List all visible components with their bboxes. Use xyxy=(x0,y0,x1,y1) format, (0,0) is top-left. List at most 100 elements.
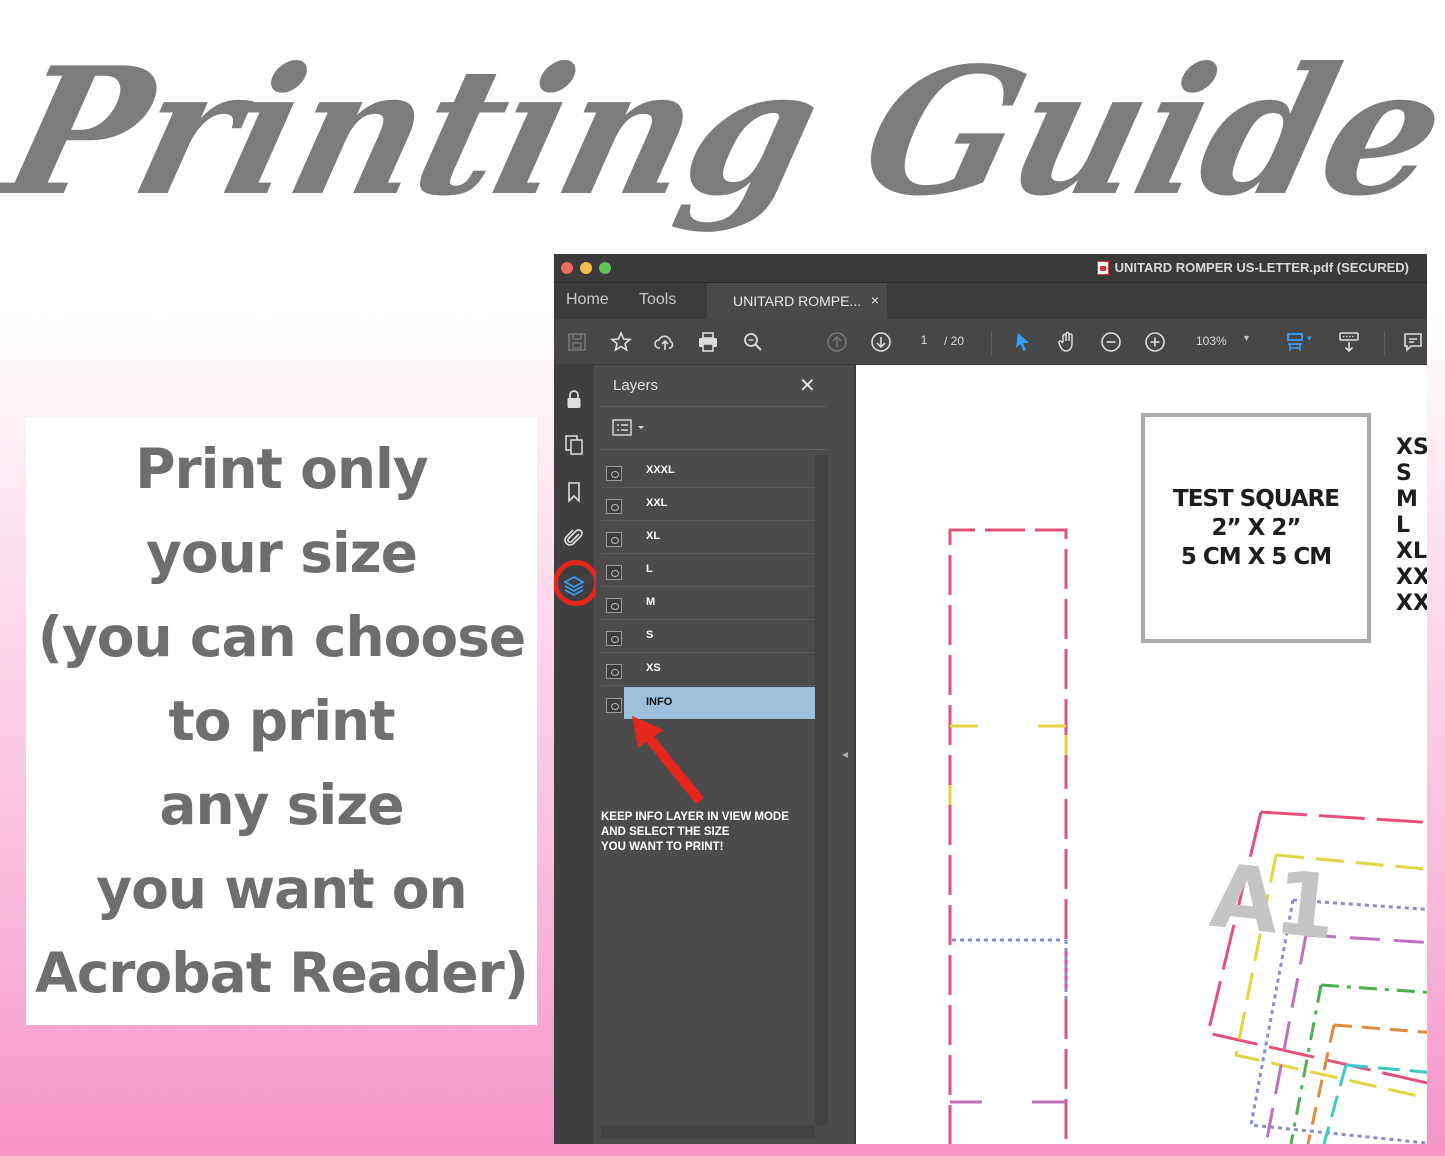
layer-name: XXL xyxy=(646,497,668,509)
attachments-button[interactable] xyxy=(562,526,586,550)
zoom-out-button[interactable] xyxy=(1098,329,1124,355)
page-fit-icon xyxy=(1287,333,1303,351)
search-button[interactable] xyxy=(740,329,766,355)
layer-name: XL xyxy=(646,530,661,542)
layer-item-xl[interactable]: XL xyxy=(601,521,815,554)
cursor-arrow-icon xyxy=(1016,333,1029,351)
tab-tools[interactable]: Tools xyxy=(639,291,676,309)
instruction-note: KEEP INFO LAYER IN VIEW MODE AND SELECT … xyxy=(601,810,841,855)
tab-document-label: UNITARD ROMPE... xyxy=(733,293,862,309)
panel-horizontal-scrollbar[interactable] xyxy=(601,1125,815,1139)
instruction-line: Acrobat Reader) xyxy=(35,941,529,1005)
eye-icon[interactable] xyxy=(606,631,622,646)
red-arrow-icon xyxy=(632,716,704,804)
security-button[interactable] xyxy=(562,387,586,411)
next-page-button[interactable] xyxy=(868,329,894,355)
zoom-dropdown-icon[interactable]: ▾ xyxy=(1244,333,1249,344)
size-label: XS xyxy=(1396,435,1427,460)
panel-divider xyxy=(601,449,826,450)
arrow-up-circle-icon xyxy=(827,332,847,352)
tab-document[interactable]: UNITARD ROMPE... × xyxy=(707,283,887,319)
eye-icon[interactable] xyxy=(606,664,622,679)
print-button[interactable] xyxy=(695,329,721,355)
minimize-window-button[interactable] xyxy=(580,262,592,274)
printer-icon xyxy=(699,332,717,352)
pdf-file-icon xyxy=(1096,260,1109,275)
save-button[interactable] xyxy=(564,329,590,355)
layer-item-xs[interactable]: XS xyxy=(601,653,815,686)
layer-name: INFO xyxy=(646,696,673,708)
close-tab-button[interactable]: × xyxy=(871,292,879,308)
instruction-note-line: AND SELECT THE SIZE xyxy=(601,826,730,838)
previous-page-button[interactable] xyxy=(824,329,850,355)
zoom-in-button[interactable] xyxy=(1142,329,1168,355)
zoom-in-icon xyxy=(1145,332,1165,352)
layer-item-xxxl[interactable]: XXXL xyxy=(601,455,815,488)
upload-cloud-button[interactable] xyxy=(652,329,678,355)
navigation-rail xyxy=(554,365,599,1144)
page-number-input[interactable]: 1 xyxy=(906,333,942,351)
eye-icon[interactable] xyxy=(606,598,622,613)
instruction-line: you want on xyxy=(96,857,467,921)
comment-button[interactable] xyxy=(1400,329,1426,355)
test-square-line: 5 CM X 5 CM xyxy=(1180,543,1332,570)
collapse-panel-icon[interactable]: ◂ xyxy=(842,747,848,761)
layer-name: L xyxy=(646,563,653,575)
zoom-level[interactable]: 103% xyxy=(1196,334,1227,348)
tab-home[interactable]: Home xyxy=(566,291,609,309)
select-tool-button[interactable] xyxy=(1010,329,1036,355)
layer-item-xxl[interactable]: XXL xyxy=(601,488,815,521)
layer-options-button[interactable] xyxy=(612,418,652,438)
toolbar-separator xyxy=(991,331,992,355)
bookmarks-button[interactable] xyxy=(562,480,586,504)
page-title: Printing Guide xyxy=(0,30,1445,235)
zoom-window-button[interactable] xyxy=(599,262,611,274)
layer-name: XXXL xyxy=(646,464,675,476)
eye-icon[interactable] xyxy=(606,565,622,580)
instruction-note-line: YOU WANT TO PRINT! xyxy=(601,841,724,853)
bookmark-star-button[interactable] xyxy=(608,329,634,355)
size-label: XXL xyxy=(1396,565,1427,590)
hand-tool-button[interactable] xyxy=(1054,329,1080,355)
layer-item-m[interactable]: M xyxy=(601,587,815,620)
highlight-ring xyxy=(554,560,599,606)
size-label: L xyxy=(1396,513,1411,538)
window-title: UNITARD ROMPER US-LETTER.pdf (SECURED) xyxy=(1096,260,1409,275)
close-window-button[interactable] xyxy=(561,262,573,274)
instruction-line: (you can choose xyxy=(37,605,526,669)
layer-name: XS xyxy=(646,662,661,674)
size-label: S xyxy=(1396,461,1412,486)
size-label: XXXL xyxy=(1396,591,1427,616)
paperclip-icon xyxy=(564,529,583,546)
panel-divider xyxy=(601,406,826,407)
layer-item-s[interactable]: S xyxy=(601,620,815,653)
eye-icon[interactable] xyxy=(606,698,622,713)
main-toolbar: 1 / 20 103% ▾ ▾ xyxy=(554,319,1427,365)
window-titlebar: UNITARD ROMPER US-LETTER.pdf (SECURED) xyxy=(554,254,1427,283)
save-icon xyxy=(568,333,586,351)
scroll-mode-button[interactable] xyxy=(1336,329,1362,355)
eye-icon[interactable] xyxy=(606,532,622,547)
page-display-button[interactable] xyxy=(1282,329,1308,355)
eye-icon[interactable] xyxy=(606,499,622,514)
close-panel-button[interactable]: ✕ xyxy=(799,373,816,398)
size-list: XS S M L XL XXL XXXL xyxy=(1396,435,1427,617)
test-square: TEST SQUARE 2” X 2” 5 CM X 5 CM xyxy=(1141,413,1371,643)
toolbar-separator xyxy=(1384,331,1385,355)
search-icon xyxy=(744,333,762,351)
layers-panel: Layers ✕ XXXL XXL XL L M S XS INFO KEEP … xyxy=(596,365,854,1144)
layer-item-l[interactable]: L xyxy=(601,554,815,587)
document-view[interactable]: A1 TEST SQUARE 2” X 2” 5 CM X 5 CM XS S … xyxy=(856,365,1427,1144)
test-square-line: 2” X 2” xyxy=(1211,514,1302,541)
eye-icon[interactable] xyxy=(606,466,622,481)
page-display-dropdown-icon[interactable]: ▾ xyxy=(1307,333,1312,344)
panel-vertical-scrollbar[interactable] xyxy=(815,455,828,1125)
page-total: / 20 xyxy=(944,334,965,348)
instruction-card: Print only your size (you can choose to … xyxy=(26,417,537,1025)
pages-icon xyxy=(565,435,583,455)
tab-bar: Home Tools UNITARD ROMPE... × xyxy=(554,283,1427,319)
keyboard-scroll-icon xyxy=(1339,332,1359,353)
comment-icon xyxy=(1404,333,1422,352)
bookmark-icon xyxy=(568,482,580,503)
page-thumbnails-button[interactable] xyxy=(562,433,586,457)
